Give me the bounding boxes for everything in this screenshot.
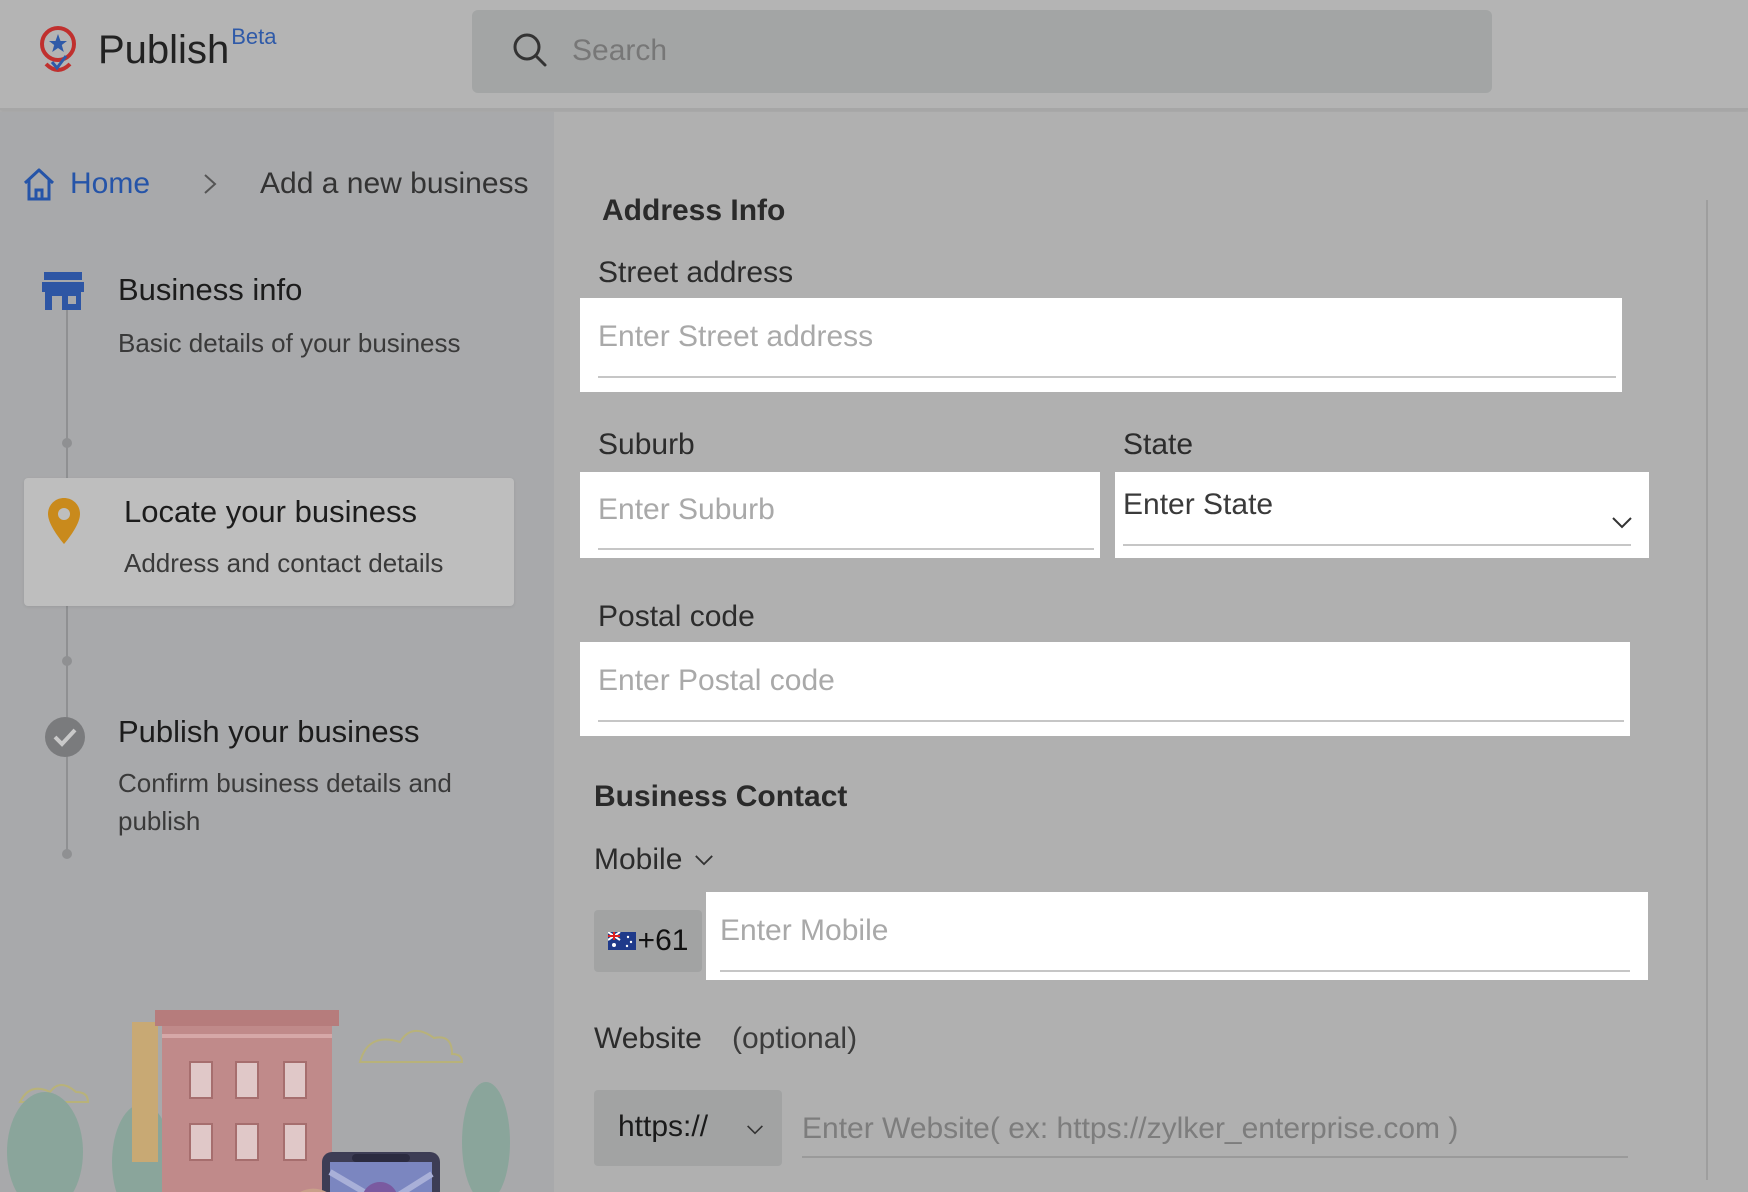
step-description: Address and contact details	[124, 548, 444, 578]
website-optional-label: (optional)	[732, 1022, 858, 1055]
step-title: Business info	[118, 272, 303, 307]
chevron-down-icon[interactable]	[1611, 516, 1633, 530]
step-description: Confirm business details and publish	[118, 768, 452, 836]
mobile-type-dropdown[interactable]: Mobile	[594, 840, 714, 880]
australia-flag-icon	[607, 932, 636, 950]
publish-logo-icon[interactable]	[36, 24, 80, 80]
step-title: Locate your business	[124, 494, 417, 529]
store-icon	[42, 272, 84, 310]
step-connector-dot	[62, 438, 72, 448]
chevron-right-icon	[204, 174, 217, 194]
section-heading-contact: Business Contact	[594, 780, 848, 813]
step-connector-dot	[62, 656, 72, 666]
street-address-input[interactable]	[598, 298, 1616, 378]
top-header: PublishBeta	[0, 0, 1748, 110]
breadcrumb-current: Add a new business	[260, 167, 529, 200]
postal-code-input[interactable]	[598, 642, 1624, 722]
beta-badge: Beta	[231, 24, 277, 49]
hotel-illustration	[7, 1010, 510, 1192]
step-title: Publish your business	[118, 714, 420, 749]
scroll-rail[interactable]	[1706, 200, 1708, 1180]
street-address-field[interactable]	[580, 298, 1622, 392]
protocol-select[interactable]: https://	[594, 1090, 782, 1166]
mobile-input[interactable]	[720, 892, 1630, 972]
state-select[interactable]: Enter State	[1115, 472, 1649, 558]
brand-title: PublishBeta	[98, 24, 276, 73]
website-input[interactable]	[802, 1102, 1628, 1158]
mobile-field[interactable]	[706, 892, 1648, 980]
step-publish-business[interactable]: Publish your business Confirm business d…	[0, 714, 554, 854]
search-bar[interactable]	[472, 10, 1492, 93]
check-circle-icon	[45, 717, 85, 757]
map-pin-icon	[48, 498, 80, 544]
postal-code-field[interactable]	[580, 642, 1630, 736]
breadcrumb-home-link[interactable]: Home	[70, 167, 150, 201]
mobile-label: Mobile	[594, 843, 683, 876]
suburb-label: Suburb	[598, 428, 695, 461]
search-input[interactable]	[572, 28, 1452, 74]
sidebar: Home Add a new business Business info Ba…	[0, 112, 554, 1192]
suburb-field[interactable]	[580, 472, 1100, 558]
state-select-value: Enter State	[1123, 488, 1274, 521]
step-business-info[interactable]: Business info Basic details of your busi…	[0, 272, 554, 402]
step-locate-business[interactable]: Locate your business Address and contact…	[24, 478, 514, 606]
suburb-input[interactable]	[598, 472, 1094, 550]
section-heading-address: Address Info	[602, 194, 786, 227]
state-label: State	[1123, 428, 1194, 461]
chevron-down-icon	[695, 854, 714, 865]
search-icon	[513, 33, 547, 67]
breadcrumb: Home Add a new business	[22, 164, 529, 204]
chevron-down-icon	[747, 1125, 763, 1135]
state-select-underline	[1123, 544, 1631, 546]
postal-code-label: Postal code	[598, 600, 755, 633]
country-code-selector[interactable]: +61	[594, 910, 702, 972]
home-icon[interactable]	[22, 166, 56, 202]
street-address-label: Street address	[598, 256, 794, 289]
step-description: Basic details of your business	[118, 328, 461, 358]
country-code-value: +61	[637, 924, 689, 957]
brand-name: Publish	[98, 28, 230, 72]
protocol-value: https://	[618, 1110, 709, 1143]
main-form-panel: Address Info Street address Suburb State…	[554, 112, 1748, 1192]
website-label: Website	[594, 1022, 702, 1055]
